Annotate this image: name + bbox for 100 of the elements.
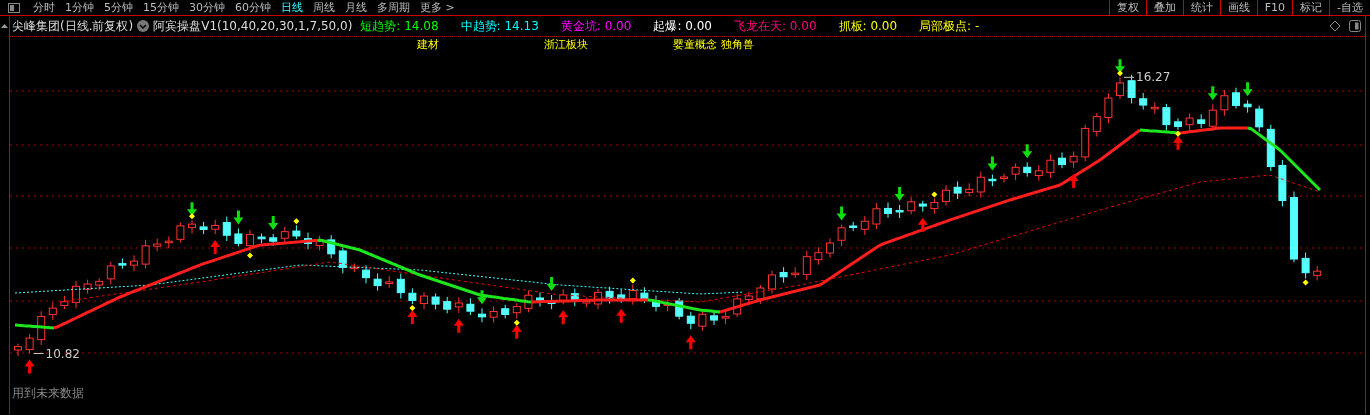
candlestick — [1208, 103, 1217, 132]
candlestick — [1034, 164, 1043, 182]
up-arrow-icon — [917, 217, 928, 232]
candlestick — [814, 246, 823, 266]
candlestick — [605, 286, 614, 305]
concept-tag: 婴童概念 — [673, 37, 717, 52]
candlestick — [640, 286, 649, 304]
period-tab[interactable]: 1分钟 — [60, 0, 99, 15]
diamond-marker-icon — [293, 218, 300, 225]
candlestick — [721, 310, 730, 325]
candlestick — [48, 301, 57, 321]
candlestick — [1197, 113, 1206, 129]
candlestick — [976, 171, 985, 198]
candlestick — [907, 196, 916, 215]
candlestick — [524, 290, 533, 313]
candlestick — [686, 311, 695, 330]
candlestick — [164, 236, 173, 249]
period-tab[interactable]: 60分钟 — [230, 0, 276, 15]
candlestick — [582, 296, 591, 308]
toolbar-button[interactable]: 复权 — [1108, 0, 1146, 15]
diamond-marker-icon — [931, 191, 938, 198]
candlestick — [1174, 117, 1182, 131]
candlestick — [1220, 89, 1229, 117]
candlestick — [1081, 124, 1090, 162]
toolbar-button[interactable]: 标记 — [1292, 0, 1329, 15]
diamond-marker-icon — [409, 305, 416, 312]
panel-toggle-icon[interactable] — [8, 2, 20, 13]
indicator-value: 中趋势: 14.13 — [460, 18, 539, 35]
candlestick — [779, 266, 788, 284]
candlestick — [860, 215, 869, 236]
toolbar-button[interactable]: 叠加 — [1145, 0, 1183, 15]
candlestick — [443, 296, 452, 314]
window-toggle-icon[interactable] — [1349, 20, 1361, 32]
candlestick — [304, 232, 312, 250]
diamond-marker-icon — [513, 319, 520, 326]
candlestick — [466, 297, 475, 316]
scroll-up-icon[interactable] — [0, 22, 9, 30]
period-tab[interactable]: 周线 — [308, 0, 340, 15]
candlestick — [153, 238, 162, 252]
candlestick — [1243, 99, 1252, 114]
candlestick — [594, 288, 602, 310]
up-arrow-icon — [407, 310, 418, 325]
stock-title: 尖峰集团(日线.前复权) — [12, 18, 134, 35]
up-arrow-icon — [616, 308, 627, 323]
period-tab[interactable]: 15分钟 — [138, 0, 184, 15]
toolbar-button[interactable]: -自选 — [1329, 0, 1370, 15]
period-tab[interactable]: 多周期 — [372, 0, 415, 15]
toolbar-button[interactable]: 画线 — [1219, 0, 1257, 15]
candlestick — [37, 310, 46, 346]
toolbar-button[interactable]: F10 — [1256, 0, 1292, 15]
down-arrow-icon — [187, 202, 197, 217]
candlestick — [141, 239, 150, 269]
down-arrow-icon — [546, 276, 557, 291]
indicator-value: 短趋势: 14.08 — [360, 18, 439, 35]
candlestick — [872, 202, 881, 230]
diamond-marker-icon — [1175, 130, 1181, 137]
candlestick — [106, 261, 115, 285]
candlestick — [60, 295, 69, 310]
candlestick — [489, 306, 498, 324]
candlestick — [478, 307, 486, 323]
down-arrow-icon — [987, 156, 998, 171]
down-arrow-icon — [1115, 59, 1125, 74]
period-tab[interactable]: 日线 — [276, 0, 308, 15]
candlestick — [617, 288, 626, 304]
dropdown-icon[interactable] — [137, 20, 150, 32]
candlestick — [315, 235, 324, 251]
candlestick — [1092, 112, 1101, 138]
candlestick — [1150, 101, 1159, 115]
leader-line — [33, 353, 45, 355]
period-tab[interactable]: 分时 — [28, 0, 60, 15]
candlestick — [1255, 105, 1264, 133]
candlestick — [292, 224, 301, 240]
period-tab[interactable]: 30分钟 — [184, 0, 230, 15]
candlestick — [1000, 173, 1008, 183]
candlestick — [1313, 265, 1322, 281]
candlestick — [675, 297, 684, 320]
diamond-marker-icon — [1302, 279, 1309, 286]
period-tab[interactable]: 更多 > — [415, 0, 460, 15]
candlestick — [373, 273, 382, 292]
toolbar-button[interactable]: 统计 — [1182, 0, 1220, 15]
candlestick — [257, 233, 266, 245]
candlestick — [1058, 152, 1066, 169]
candlestick — [663, 299, 672, 312]
down-arrow-icon — [268, 215, 279, 230]
period-tab[interactable]: 5分钟 — [99, 0, 138, 15]
candlestick — [953, 180, 962, 200]
candlestick — [652, 295, 660, 312]
period-tab[interactable]: 月线 — [340, 0, 372, 15]
up-arrow-icon — [210, 240, 221, 255]
candlestick — [1104, 92, 1113, 124]
candlestick — [420, 291, 428, 310]
down-arrow-icon — [1207, 86, 1218, 101]
candlestick — [1301, 252, 1310, 279]
high-price-label: 16.27 — [1136, 70, 1171, 85]
candlestick — [1232, 87, 1240, 109]
up-arrow-icon — [1068, 173, 1079, 188]
diamond-icon[interactable] — [1329, 20, 1341, 32]
candlestick — [199, 221, 208, 235]
indicator-value: 抓板: 0.00 — [838, 18, 898, 35]
candlestick — [338, 246, 347, 274]
